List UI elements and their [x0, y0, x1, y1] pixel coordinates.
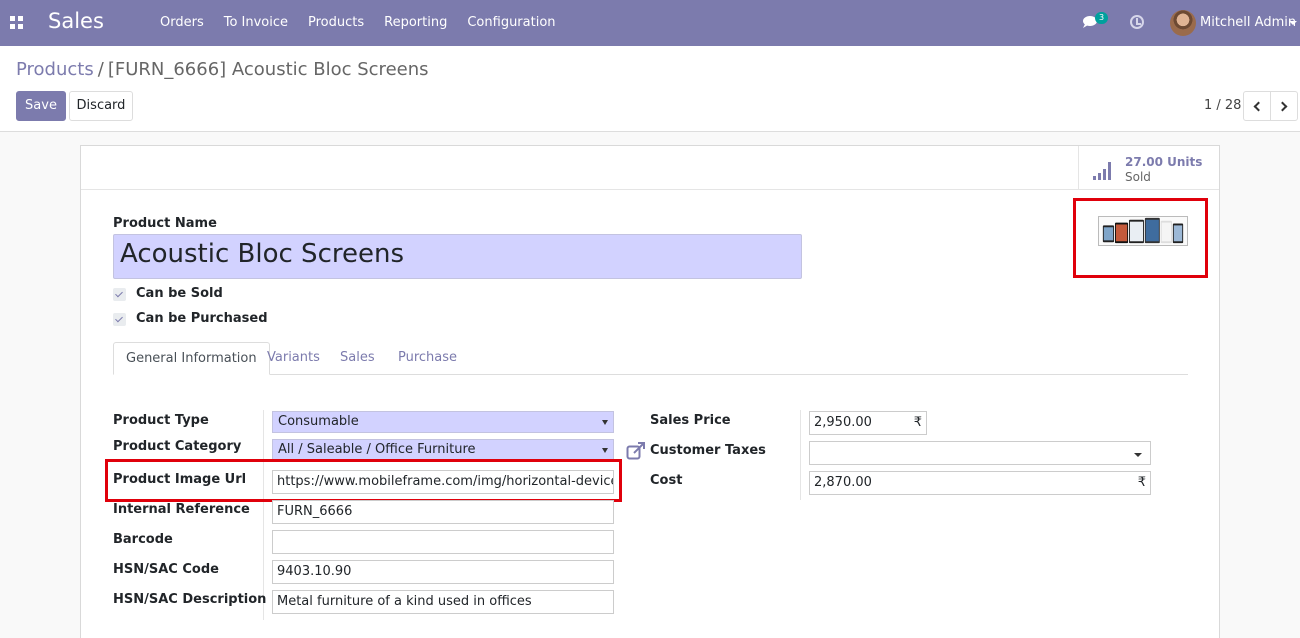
top-navbar: Sales Orders To Invoice Products Reporti… — [0, 0, 1300, 46]
control-panel: Products / [FURN_6666] Acoustic Bloc Scree… — [0, 46, 1300, 132]
breadcrumb: Products / [FURN_6666] Acoustic Bloc Scree… — [16, 59, 429, 80]
barcode-label: Barcode — [113, 532, 173, 547]
product-type-select[interactable]: Consumable — [272, 411, 614, 433]
hsn-code-label: HSN/SAC Code — [113, 562, 219, 577]
product-type-label: Product Type — [113, 413, 209, 428]
chat-count-badge: 3 — [1095, 12, 1109, 24]
tab-general-information[interactable]: General Information — [113, 342, 270, 375]
units-sold-value: 27.00 Units — [1125, 155, 1203, 169]
main-menu: Orders To Invoice Products Reporting Con… — [150, 0, 566, 46]
pager-value[interactable]: 1 / 28 — [1204, 98, 1241, 113]
cost-input[interactable]: 2,870.00 ₹ — [809, 471, 1151, 495]
menu-item-to-invoice[interactable]: To Invoice — [214, 0, 298, 46]
product-category-select[interactable]: All / Saleable / Office Furniture — [272, 439, 614, 461]
dropdown-caret-icon — [602, 448, 608, 453]
hsn-code-input[interactable]: 9403.10.90 — [272, 560, 614, 584]
customer-taxes-label: Customer Taxes — [650, 443, 766, 458]
chevron-down-icon[interactable] — [1289, 21, 1297, 25]
left-group-divider — [263, 410, 264, 620]
avatar[interactable] — [1170, 10, 1196, 36]
internal-reference-label: Internal Reference — [113, 502, 250, 517]
breadcrumb-current: [FURN_6666] Acoustic Bloc Screens — [107, 59, 429, 80]
menu-item-reporting[interactable]: Reporting — [374, 0, 457, 46]
hsn-description-label: HSN/SAC Description — [113, 592, 267, 607]
cost-label: Cost — [650, 473, 683, 488]
cost-value: 2,870.00 — [814, 475, 872, 490]
activity-clock-icon[interactable] — [1130, 15, 1144, 29]
units-sold-button[interactable]: 27.00 Units Sold — [1078, 146, 1219, 190]
product-image-url-input[interactable]: https://www.mobileframe.com/img/horizont… — [272, 470, 614, 494]
app-name[interactable]: Sales — [48, 9, 104, 33]
units-sold-label: Sold — [1125, 170, 1151, 184]
smart-button-box: 27.00 Units Sold — [81, 146, 1219, 190]
apps-menu-icon[interactable] — [10, 16, 23, 29]
pager-next-button[interactable] — [1270, 91, 1298, 121]
product-category-label: Product Category — [113, 439, 242, 454]
tab-sales[interactable]: Sales — [328, 342, 387, 375]
user-name[interactable]: Mitchell Admin — [1200, 15, 1296, 30]
save-button[interactable]: Save — [16, 91, 66, 121]
form-sheet: 27.00 Units Sold Product Name Acoustic B… — [80, 145, 1220, 638]
rupee-icon: ₹ — [1137, 475, 1146, 490]
sales-price-label: Sales Price — [650, 413, 731, 428]
rupee-icon: ₹ — [913, 415, 922, 430]
dropdown-caret-icon — [1134, 453, 1142, 457]
sales-price-input[interactable]: 2,950.00 ₹ — [809, 411, 927, 435]
product-name-label: Product Name — [113, 216, 217, 231]
product-image[interactable] — [1098, 216, 1188, 246]
external-link-icon[interactable] — [626, 442, 646, 460]
tab-variants[interactable]: Variants — [255, 342, 332, 375]
barcode-input[interactable] — [272, 530, 614, 554]
internal-reference-input[interactable]: FURN_6666 — [272, 500, 614, 524]
tab-purchase[interactable]: Purchase — [386, 342, 469, 375]
menu-item-products[interactable]: Products — [298, 0, 374, 46]
menu-item-configuration[interactable]: Configuration — [457, 0, 565, 46]
product-type-value: Consumable — [278, 414, 359, 429]
chevron-right-icon — [1277, 101, 1288, 112]
product-category-value: All / Saleable / Office Furniture — [278, 442, 476, 457]
right-group-divider — [800, 410, 801, 500]
signal-bars-icon — [1093, 162, 1117, 180]
customer-taxes-select[interactable] — [809, 441, 1151, 465]
image-highlight-box — [1073, 198, 1208, 278]
dropdown-caret-icon — [602, 420, 608, 425]
discard-button[interactable]: Discard — [69, 91, 133, 121]
chevron-left-icon — [1253, 101, 1264, 112]
breadcrumb-products-link[interactable]: Products — [16, 59, 94, 80]
sales-price-value: 2,950.00 — [814, 415, 872, 430]
form-tabs: General Information Variants Sales Purch… — [113, 342, 1188, 375]
hsn-description-input[interactable]: Metal furniture of a kind used in office… — [272, 590, 614, 614]
can-be-sold-label: Can be Sold — [136, 286, 223, 301]
can-be-sold-checkbox[interactable] — [113, 288, 126, 301]
product-name-input[interactable]: Acoustic Bloc Screens — [113, 234, 802, 279]
product-image-url-label: Product Image Url — [113, 472, 247, 487]
can-be-purchased-checkbox[interactable] — [113, 313, 126, 326]
pager-previous-button[interactable] — [1243, 91, 1271, 121]
menu-item-orders[interactable]: Orders — [150, 0, 214, 46]
breadcrumb-separator: / — [97, 59, 104, 80]
can-be-purchased-label: Can be Purchased — [136, 311, 268, 326]
